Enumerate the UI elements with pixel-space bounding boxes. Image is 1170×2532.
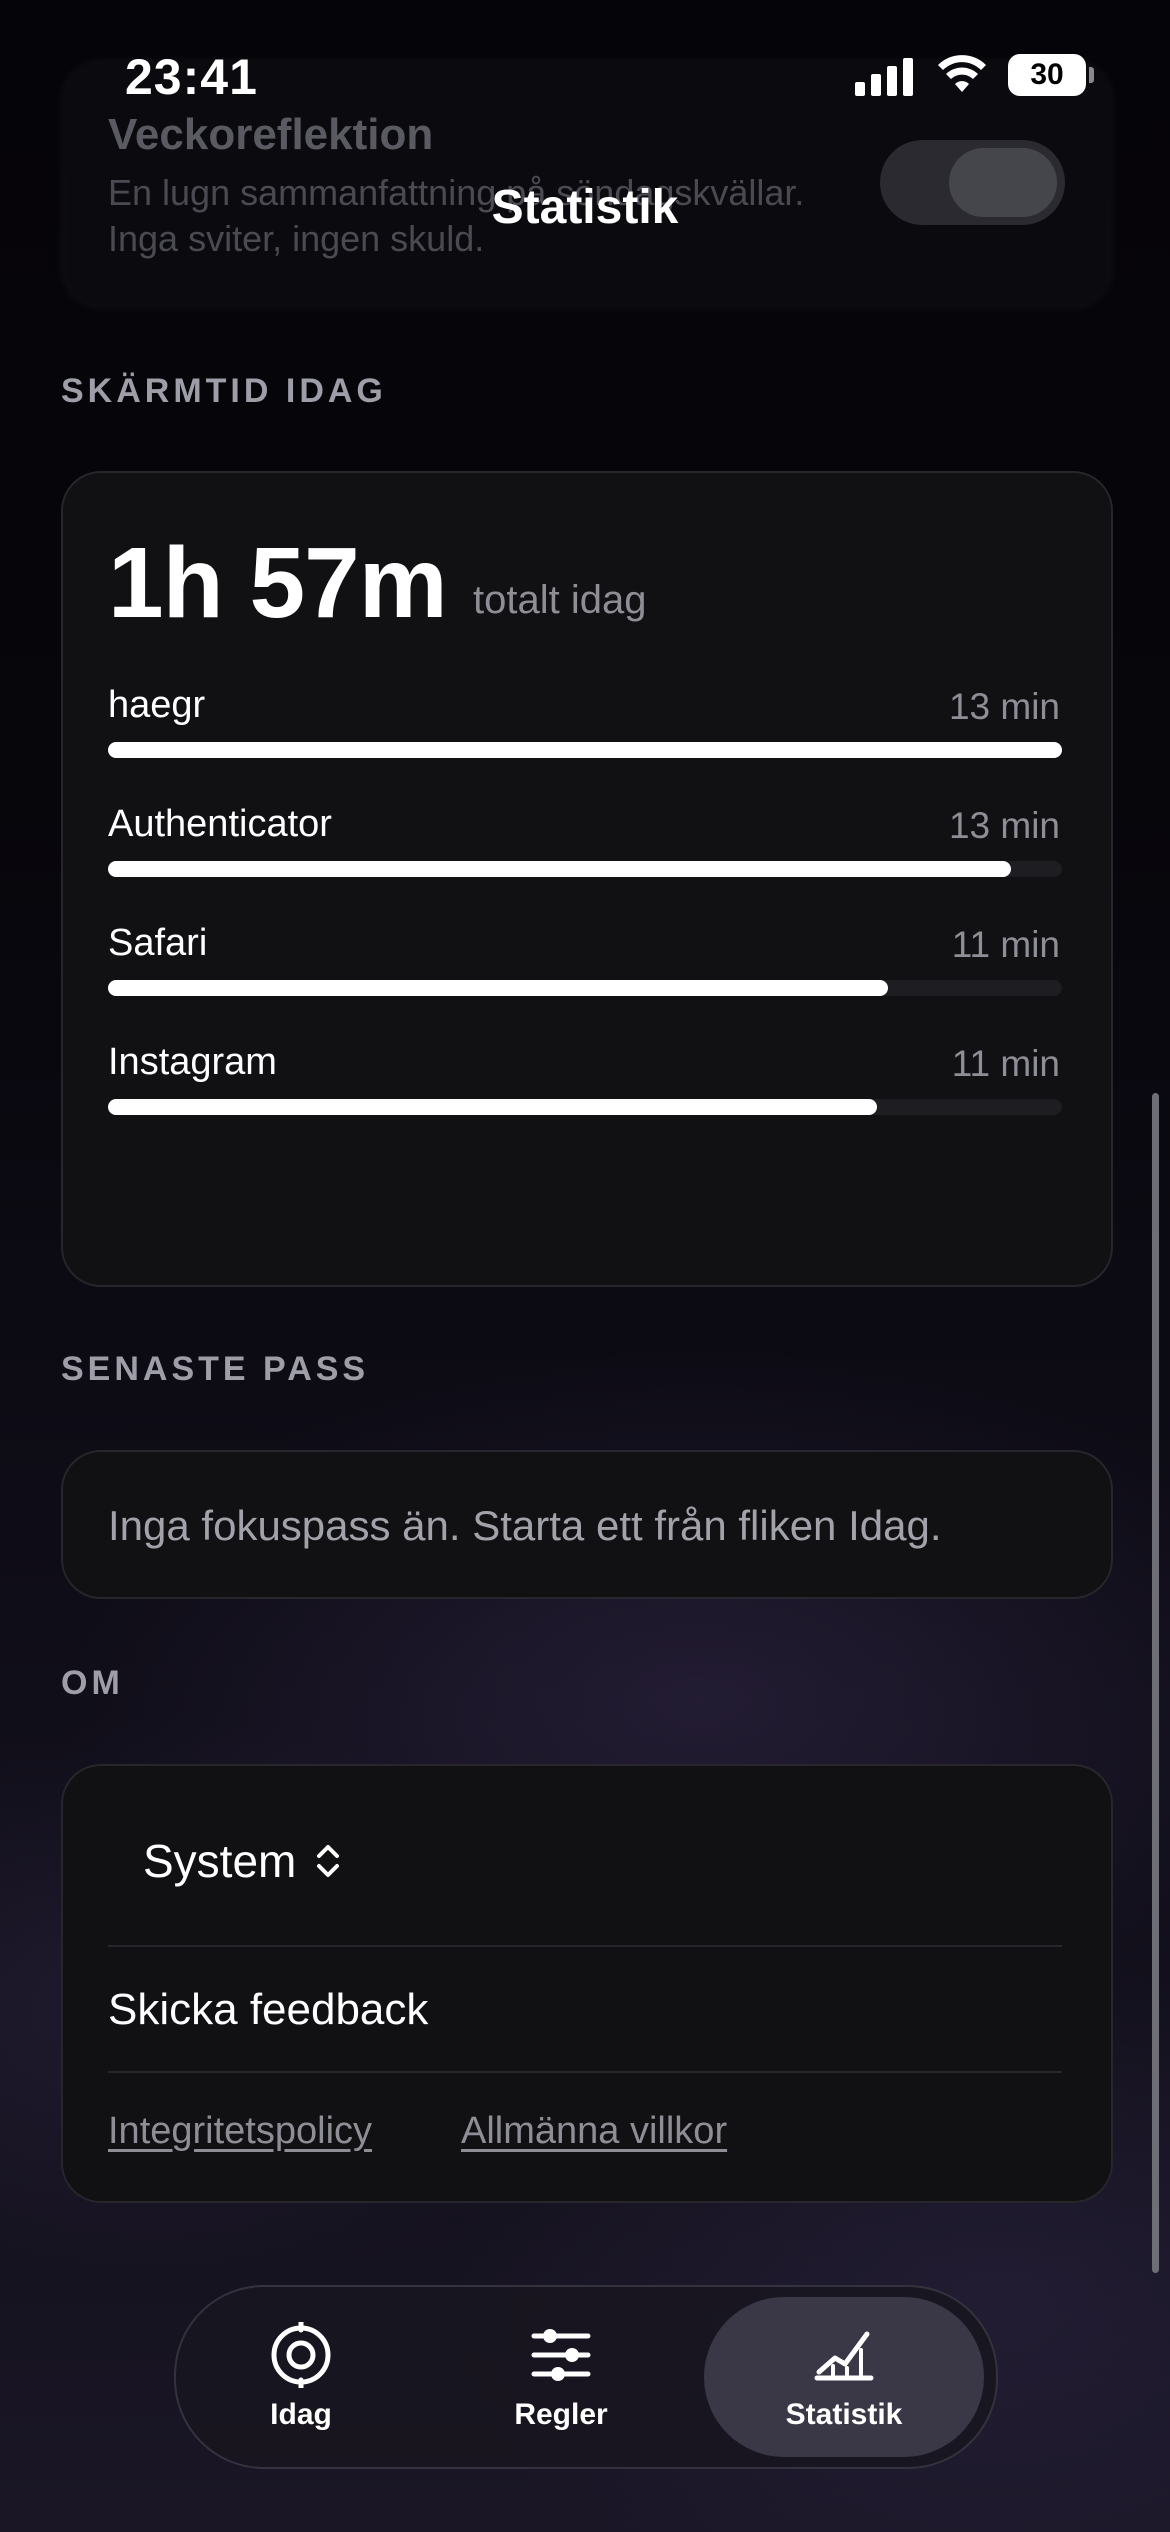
page-title: Statistik [491,181,679,234]
chevron-up-down-icon [317,1845,340,1877]
chart-icon [814,2331,874,2381]
tab-idag[interactable]: Idag [216,2287,386,2467]
appearance-value: System [143,1835,297,1887]
weekly-reflection-title: Veckoreflektion [108,110,434,159]
tab-label: Statistik [785,2398,903,2431]
screen-time-total-suffix: totalt idag [473,578,647,622]
usage-bar [108,980,889,996]
send-feedback-button[interactable]: Skicka feedback [108,1985,428,2035]
app-minutes: 13 min [948,805,1060,846]
tab-label: Idag [270,2398,332,2431]
appearance-picker[interactable]: System [143,1834,342,1888]
screen-time-total: 1h 57m [108,527,448,639]
tab-bar: Idag Regler Statistik [174,2285,998,2469]
tab-statistik[interactable]: Statistik [704,2297,984,2457]
app-name: Authenticator [108,803,332,845]
divider [108,2071,1062,2073]
divider [108,1945,1062,1947]
cellular-signal-icon [855,56,915,96]
app-minutes: 13 min [948,686,1060,727]
wifi-icon [938,55,986,92]
usage-bar [108,861,1012,877]
usage-bar [108,742,1062,758]
app-name: haegr [108,684,206,726]
sliders-icon [531,2329,591,2381]
usage-bar-track [108,980,1062,996]
app-name: Instagram [108,1041,277,1083]
usage-bar-track [108,742,1062,758]
tab-label: Regler [514,2398,608,2431]
recent-sessions-empty-message: Inga fokuspass än. Starta ett från flike… [108,1502,942,1549]
app-minutes: 11 min [951,924,1060,965]
usage-bar-track [108,861,1062,877]
scrollbar[interactable] [1152,1093,1159,2273]
recent-sessions-section-label: SENASTE PASS [61,1350,370,1388]
screen-time-section-label: SKÄRMTID IDAG [61,372,387,410]
usage-bar [108,1099,877,1115]
battery-cap [1089,67,1094,83]
status-time: 23:41 [125,49,258,105]
usage-bar-track [108,1099,1062,1115]
app-minutes: 11 min [951,1043,1060,1084]
battery-icon: 30 [1008,54,1086,96]
about-section-label: OM [61,1664,124,1702]
terms-link[interactable]: Allmänna villkor [461,2110,727,2153]
target-icon [271,2322,331,2388]
app-name: Safari [108,922,208,964]
tab-regler[interactable]: Regler [476,2287,646,2467]
privacy-policy-link[interactable]: Integritetspolicy [108,2110,372,2153]
